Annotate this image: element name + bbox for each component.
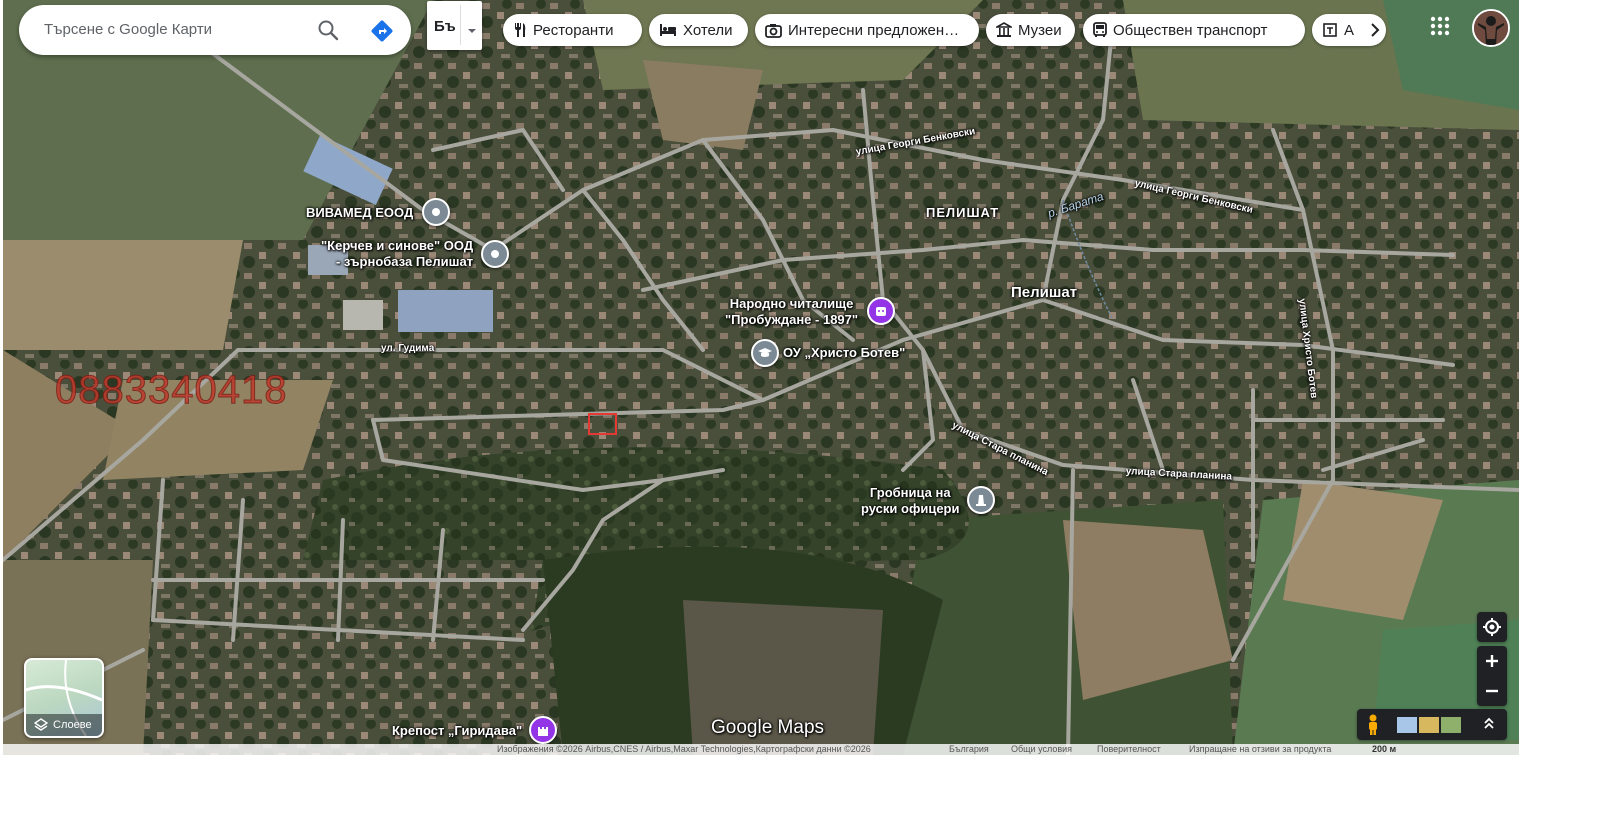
poi-label-kerchev[interactable]: "Керчев и синове" ООД - зърнобаза Пелиша… [321, 238, 473, 270]
language-label: Бъ [434, 18, 456, 35]
minus-icon [1486, 689, 1498, 693]
poi-pin-vivamed[interactable] [422, 198, 450, 226]
chip-transit[interactable]: Обществен транспорт [1083, 14, 1305, 46]
map-tools-bar [1357, 709, 1507, 740]
country-link[interactable]: България [949, 744, 989, 755]
layers-button[interactable]: Слоеве [24, 658, 104, 738]
zoom-controls [1477, 646, 1507, 706]
terms-link[interactable]: Общи условия [1011, 744, 1072, 755]
imagery-attribution: Изображения ©2026 Airbus,CNES / Airbus,M… [497, 744, 871, 754]
google-maps-logo: Google Maps [711, 717, 825, 738]
chip-attractions[interactable]: Интересни предложен… [755, 14, 979, 46]
poi-label-tomb[interactable]: Гробница на руски офицери [861, 485, 959, 517]
camera-icon [765, 23, 782, 38]
expand-up-icon[interactable] [1483, 717, 1495, 736]
poi-label-vivamed[interactable]: ВИВАМЕД ЕООД [306, 205, 413, 221]
poi-label-kerchev-line1: "Керчев и синове" ООД [321, 238, 474, 253]
feedback-link[interactable]: Изпращане на отзиви за продукта [1189, 744, 1331, 755]
poi-label-tomb-line2: руски офицери [861, 501, 960, 516]
attribution-bar: Изображения ©2026 Airbus,CNES / Airbus,M… [3, 744, 1519, 755]
poi-label-chitalishte[interactable]: Народно читалище "Пробуждане - 1897" [725, 296, 858, 328]
poi-label-chitalishte-line2: "Пробуждане - 1897" [725, 312, 859, 327]
poi-pin-school[interactable] [751, 339, 779, 367]
chip-label: Ресторанти [533, 21, 614, 39]
chip-label: Обществен транспорт [1113, 21, 1268, 39]
castle-icon [538, 727, 548, 736]
my-location-button[interactable] [1477, 612, 1507, 642]
divider [460, 5, 461, 45]
scale-label[interactable]: 200 м [1372, 744, 1396, 755]
zoom-in-button[interactable] [1477, 646, 1507, 676]
poi-pin-kerchev[interactable] [481, 240, 509, 268]
search-box[interactable]: Търсене с Google Карти [19, 5, 411, 55]
poi-label-chitalishte-line1: Народно читалище [729, 296, 854, 311]
satellite-map[interactable]: 0883340418 ул. Гудима улица Георги Бенко… [3, 0, 1519, 755]
layers-label: Слоеве [53, 719, 92, 731]
directions-icon[interactable] [370, 19, 394, 48]
chip-atm[interactable]: А [1312, 14, 1386, 46]
map-labels-button[interactable]: Бъ [427, 1, 482, 50]
poi-label-kerchev-line2: - зърнобаза Пелишат [335, 254, 474, 269]
theater-icon [876, 307, 886, 316]
street-label-gudima: ул. Гудима [381, 343, 435, 354]
bed-icon [659, 23, 677, 37]
location-dot-icon [491, 250, 499, 258]
atm-icon [1322, 22, 1338, 38]
my-location-icon [1482, 617, 1502, 642]
imagery-thumbnails[interactable] [1397, 717, 1461, 738]
fork-knife-icon [513, 22, 527, 38]
pegman-icon[interactable] [1366, 714, 1380, 741]
phone-overlay: 0883340418 [54, 368, 288, 413]
chip-label: Интересни предложен… [788, 21, 960, 39]
poi-pin-tomb[interactable] [967, 486, 995, 514]
zoom-out-button[interactable] [1477, 676, 1507, 706]
museum-icon [996, 22, 1012, 38]
poi-label-fortress[interactable]: Крепост „Гиридава" [392, 723, 522, 739]
poi-pin-fortress[interactable] [529, 716, 557, 744]
layers-icon [33, 718, 49, 736]
poi-label-tomb-line1: Гробница на [869, 485, 951, 500]
town-label-upper: ПЕЛИШАТ [926, 205, 1000, 220]
plus-icon [1486, 655, 1498, 667]
privacy-link[interactable]: Поверителност [1097, 744, 1161, 755]
location-dot-icon [432, 208, 440, 216]
chip-label: Музеи [1018, 21, 1062, 39]
avatar[interactable] [1472, 9, 1510, 47]
search-input[interactable]: Търсене с Google Карти [44, 21, 212, 38]
poi-pin-chitalishte[interactable] [867, 297, 895, 325]
poi-label-school[interactable]: ОУ „Христо Ботев" [783, 345, 905, 361]
chip-label: А [1344, 21, 1355, 39]
chip-label: Хотели [683, 21, 733, 39]
chip-restaurants[interactable]: Ресторанти [503, 14, 642, 46]
chevron-down-icon[interactable] [467, 21, 477, 39]
school-icon [758, 348, 772, 357]
search-icon[interactable] [317, 19, 339, 46]
chevron-right-icon[interactable] [1370, 23, 1380, 37]
apps-grid-icon[interactable] [1430, 16, 1450, 41]
chip-hotels[interactable]: Хотели [649, 14, 748, 46]
town-label-main[interactable]: Пелишат [1011, 284, 1077, 301]
bus-icon [1093, 22, 1107, 38]
chip-museums[interactable]: Музеи [986, 14, 1075, 46]
monument-icon [976, 495, 986, 506]
